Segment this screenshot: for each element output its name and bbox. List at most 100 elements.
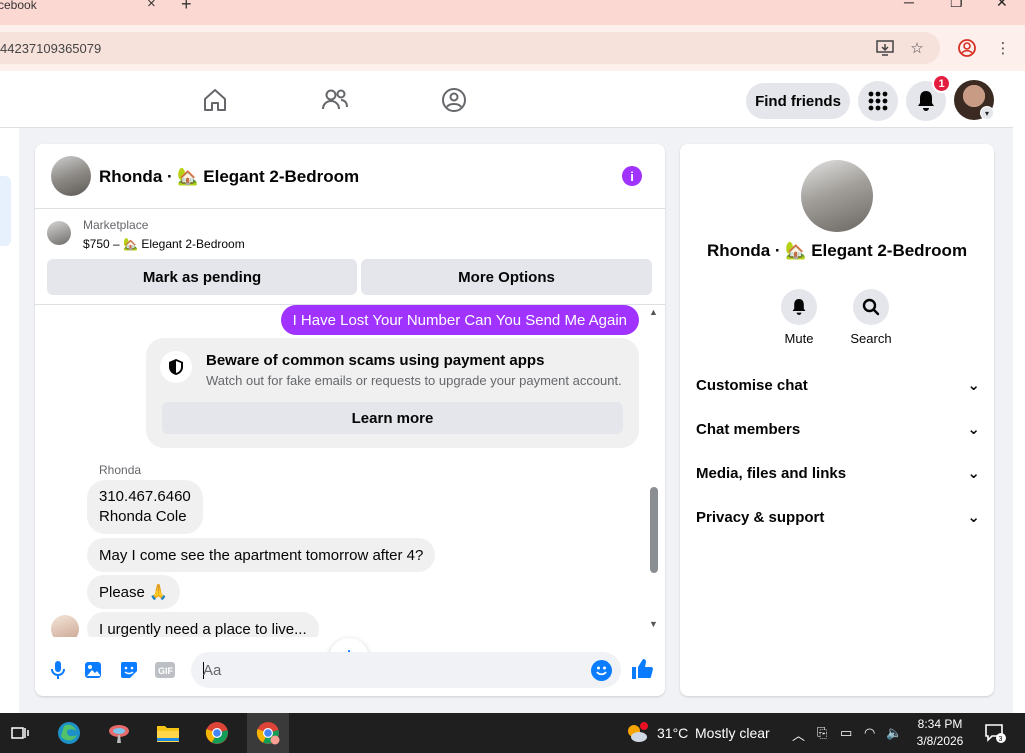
media-files-links-row[interactable]: Media, files and links ⌄ <box>696 461 980 485</box>
battery-icon[interactable]: ▭ <box>840 725 852 741</box>
groups-icon[interactable] <box>439 85 469 115</box>
message-input-placeholder: Aa <box>203 662 222 679</box>
new-tab-button[interactable]: + <box>181 0 192 15</box>
search-icon <box>853 289 889 325</box>
section-label: Privacy & support <box>696 508 825 526</box>
learn-more-button[interactable]: Learn more <box>162 402 623 434</box>
chevron-down-icon: ⌄ <box>967 509 980 526</box>
chat-details-name: Rhonda · 🏡 Elegant 2-Bedroom <box>706 241 968 260</box>
system-clock[interactable]: 8:34 PM 3/8/2026 <box>910 716 970 750</box>
gif-icon[interactable]: GIF <box>154 659 176 681</box>
chevron-down-icon: ⌄ <box>967 421 980 438</box>
friends-icon[interactable] <box>320 85 350 115</box>
outgoing-message: I Have Lost Your Number Can You Send Me … <box>280 305 639 335</box>
listing-title[interactable]: $750 – 🏡 Elegant 2-Bedroom <box>83 237 245 251</box>
incoming-message: Please 🙏 <box>87 575 180 609</box>
browser-tab-strip: cebook × + ─ ❐ ✕ <box>0 0 1025 25</box>
minimize-button[interactable]: ─ <box>904 0 914 10</box>
chat-header: Rhonda · 🏡 Elegant 2-Bedroom i <box>35 144 665 209</box>
edge-browser-icon[interactable] <box>54 719 84 747</box>
mute-label: Mute <box>784 331 814 346</box>
notification-center-icon[interactable]: 3 <box>980 719 1010 747</box>
chrome-profile-icon[interactable] <box>253 719 283 747</box>
profile-icon[interactable] <box>957 38 977 58</box>
sticker-icon[interactable] <box>118 659 140 681</box>
photo-icon[interactable] <box>82 659 104 681</box>
message-scrollbar[interactable] <box>650 487 658 573</box>
scam-warning-card: Beware of common scams using payment app… <box>146 338 639 448</box>
volume-icon[interactable]: 🔈 <box>886 725 902 741</box>
privacy-support-row[interactable]: Privacy & support ⌄ <box>696 505 980 529</box>
chevron-down-icon[interactable]: ▾ <box>980 106 994 120</box>
task-view-icon[interactable] <box>5 719 35 747</box>
scroll-up-arrow[interactable]: ▲ <box>649 307 658 317</box>
message-line: Rhonda Cole <box>99 508 187 525</box>
incoming-message: 310.467.6460 Rhonda Cole <box>87 480 203 534</box>
chat-window: Rhonda · 🏡 Elegant 2-Bedroom i Marketpla… <box>35 144 665 696</box>
info-icon[interactable]: i <box>622 166 642 186</box>
chat-members-row[interactable]: Chat members ⌄ <box>696 417 980 441</box>
marketplace-label: Marketplace <box>83 218 149 232</box>
scam-warning-body: Watch out for fake emails or requests to… <box>206 373 622 388</box>
chat-avatar[interactable] <box>51 156 91 196</box>
chat-title[interactable]: Rhonda · 🏡 Elegant 2-Bedroom <box>99 167 359 187</box>
microphone-icon[interactable] <box>47 659 69 681</box>
marketplace-listing-bar: Marketplace $750 – 🏡 Elegant 2-Bedroom M… <box>35 209 665 305</box>
like-thumb-icon[interactable] <box>631 658 653 680</box>
tab-title: cebook <box>0 0 37 12</box>
chevron-up-icon[interactable]: ︿ <box>792 725 805 744</box>
customise-chat-row[interactable]: Customise chat ⌄ <box>696 373 980 397</box>
browser-tab[interactable]: cebook × <box>0 0 172 25</box>
section-label: Media, files and links <box>696 464 847 482</box>
chat-details-avatar[interactable] <box>801 160 873 232</box>
menu-grid-button[interactable] <box>858 81 898 121</box>
url-box[interactable] <box>0 32 940 64</box>
svg-text:GIF: GIF <box>158 666 174 676</box>
restore-button[interactable]: ❐ <box>950 0 963 11</box>
browser-menu-icon[interactable]: ⋮ <box>993 38 1013 58</box>
chevron-down-icon: ⌄ <box>967 465 980 482</box>
message-input[interactable]: Aa <box>191 652 621 688</box>
scroll-down-arrow[interactable]: ▼ <box>649 619 658 629</box>
incoming-message: May I come see the apartment tomorrow af… <box>87 538 436 572</box>
mark-as-pending-button[interactable]: Mark as pending <box>47 259 357 295</box>
weather-temperature[interactable]: 31°C <box>657 725 688 741</box>
left-sidebar-edge <box>0 128 19 713</box>
listing-thumbnail <box>47 221 71 245</box>
more-options-button[interactable]: More Options <box>361 259 652 295</box>
sender-name: Rhonda <box>99 463 142 477</box>
clock-time: 8:34 PM <box>917 717 963 731</box>
bookmark-star-icon[interactable]: ☆ <box>907 38 927 58</box>
install-app-icon[interactable] <box>875 38 895 58</box>
file-explorer-icon[interactable] <box>153 719 183 747</box>
emoji-icon[interactable] <box>591 660 612 681</box>
search-action[interactable]: Search <box>836 289 906 346</box>
selected-chat-indicator <box>0 176 11 246</box>
message-line: 310.467.6460 <box>99 488 191 505</box>
notification-badge: 1 <box>932 74 951 93</box>
notif-count: 3 <box>999 736 1003 743</box>
weather-icon[interactable] <box>622 719 652 747</box>
clock-date: 3/8/2026 <box>916 734 964 748</box>
find-friends-button[interactable]: Find friends <box>746 83 850 119</box>
section-label: Customise chat <box>696 376 808 394</box>
facebook-top-nav: Find friends 1 ▾ <box>0 71 1013 128</box>
page-scrollbar[interactable] <box>1013 71 1025 713</box>
sender-avatar <box>51 615 79 637</box>
windows-taskbar: 31°C Mostly clear ︿ ⎘ ▭ ◠ 🔈 8:34 PM 3/8/… <box>0 713 1025 753</box>
section-label: Chat members <box>696 420 801 438</box>
message-composer: GIF Aa <box>35 647 665 696</box>
wifi-icon[interactable]: ◠ <box>864 725 875 741</box>
chrome-icon[interactable] <box>202 719 232 747</box>
mute-action[interactable]: Mute <box>764 289 834 346</box>
meet-now-icon[interactable]: ⎘ <box>817 725 827 741</box>
message-list: I Have Lost Your Number Can You Send Me … <box>35 305 665 637</box>
scam-warning-title: Beware of common scams using payment app… <box>206 352 545 369</box>
shield-icon <box>160 351 192 383</box>
home-icon[interactable] <box>200 85 230 115</box>
weather-description[interactable]: Mostly clear <box>695 725 770 741</box>
tab-close-icon[interactable]: × <box>147 0 156 11</box>
app-icon[interactable] <box>104 719 134 747</box>
window-close-button[interactable]: ✕ <box>996 0 1008 11</box>
url-text[interactable]: 44237109365079 <box>0 41 101 56</box>
